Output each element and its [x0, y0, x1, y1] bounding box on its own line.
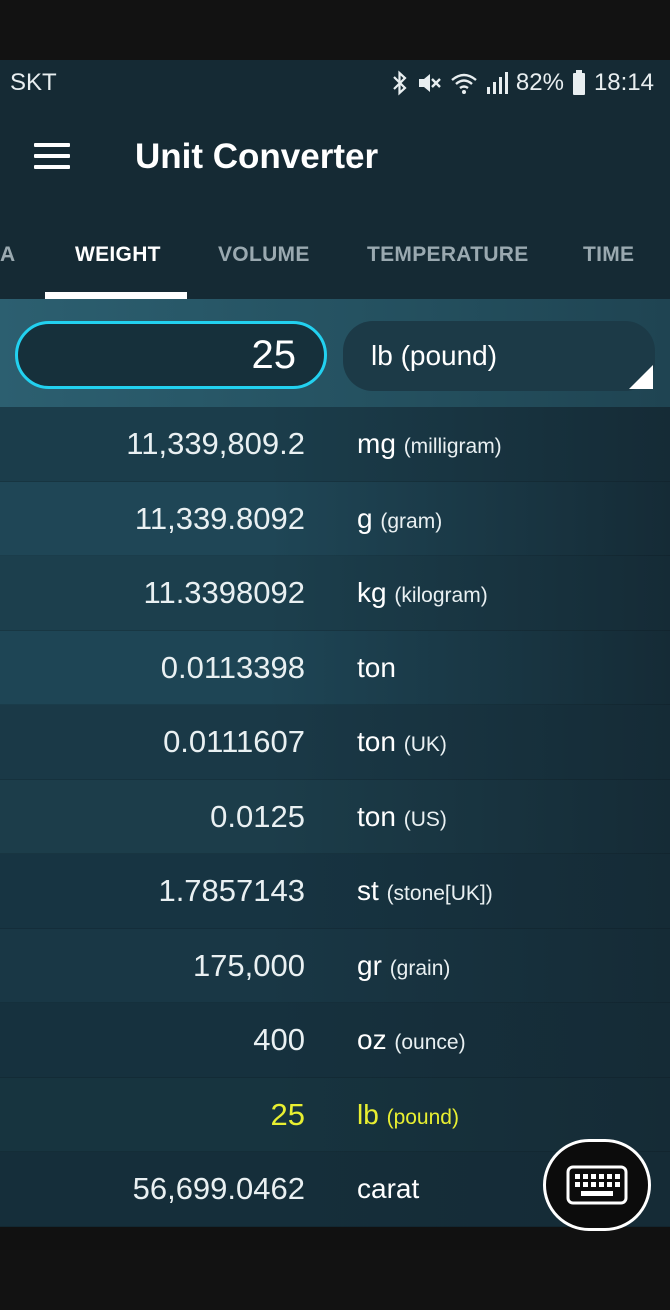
result-unit: carat	[357, 1152, 419, 1226]
wifi-icon	[451, 73, 477, 94]
result-value: 400	[253, 1022, 305, 1057]
result-unit: lb (pound)	[357, 1078, 459, 1155]
unit-select-label: lb (pound)	[371, 340, 498, 371]
result-row[interactable]: 175,000 gr (grain)	[0, 928, 670, 1006]
result-value: 1.7857143	[158, 873, 305, 908]
mute-icon	[418, 73, 441, 92]
unit-select[interactable]: lb (pound)	[343, 321, 655, 391]
result-unit-symbol: st	[357, 875, 379, 906]
result-unit-symbol: kg	[357, 577, 387, 608]
result-row[interactable]: 0.0111607 ton (UK)	[0, 705, 670, 780]
result-unit: mg (milligram)	[357, 407, 502, 484]
bluetooth-icon	[393, 70, 407, 95]
result-unit-description: (pound)	[386, 1105, 459, 1129]
dropdown-corner-icon	[629, 365, 653, 389]
result-value: 25	[270, 1096, 305, 1132]
app-title: Unit Converter	[135, 137, 379, 176]
result-unit: st (stone[UK])	[357, 854, 493, 931]
result-row[interactable]: 1.7857143 st (stone[UK])	[0, 854, 670, 929]
menu-icon[interactable]	[34, 143, 70, 173]
result-unit-symbol: ton	[357, 651, 396, 683]
category-tabs: A WEIGHT VOLUME TEMPERATURE TIME	[0, 215, 670, 299]
tab-time[interactable]: TIME	[583, 243, 634, 267]
result-row[interactable]: 0.0113398 ton	[0, 630, 670, 705]
tab-area[interactable]: A	[0, 243, 15, 267]
result-value: 0.0113398	[160, 649, 305, 685]
carrier-label: SKT	[10, 68, 57, 96]
battery-icon	[572, 69, 585, 95]
result-unit-symbol: carat	[357, 1173, 420, 1204]
result-unit-symbol: mg	[357, 428, 396, 459]
status-bar: SKT 82% 18:14	[0, 60, 670, 105]
result-unit-symbol: ton	[357, 800, 396, 832]
result-row[interactable]: 11,339.8092 g (gram)	[0, 481, 670, 559]
tab-volume[interactable]: VOLUME	[218, 243, 310, 267]
result-unit-description: (UK)	[403, 733, 447, 756]
result-unit: ton (US)	[357, 780, 447, 857]
battery-percent: 82%	[515, 68, 564, 96]
clock: 18:14	[593, 68, 654, 96]
result-unit-description: (US)	[403, 807, 447, 831]
result-row[interactable]: 11.3398092 kg (kilogram)	[0, 556, 670, 631]
result-unit: oz (ounce)	[357, 1003, 466, 1080]
result-unit-symbol: gr	[357, 949, 382, 981]
result-unit: ton	[357, 631, 396, 705]
result-value: 56,699.0462	[132, 1171, 305, 1206]
result-value: 0.0111607	[163, 724, 305, 759]
result-row[interactable]: 11,339,809.2 mg (milligram)	[0, 407, 670, 482]
screen-top-border	[0, 0, 670, 60]
result-unit-description: (gram)	[380, 509, 443, 533]
result-unit-description: (stone[UK])	[386, 882, 493, 905]
result-value: 11,339,809.2	[126, 426, 305, 461]
result-row[interactable]: 25 lb (pound)	[0, 1077, 670, 1155]
active-tab-indicator	[45, 292, 187, 299]
result-unit-description: (grain)	[389, 956, 451, 980]
status-icons: 82% 18:14	[392, 69, 654, 97]
result-row[interactable]: 400 oz (ounce)	[0, 1003, 670, 1078]
result-unit-symbol: lb	[357, 1098, 379, 1130]
result-list: 11,339,809.2 mg (milligram) 11,339.8092 g (…	[0, 407, 670, 1227]
result-unit: kg (kilogram)	[357, 556, 488, 633]
result-unit-description: (ounce)	[394, 1031, 466, 1054]
keyboard-button[interactable]	[543, 1139, 651, 1231]
result-unit-symbol: ton	[357, 726, 396, 757]
result-unit-description: (milligram)	[403, 435, 502, 458]
result-unit-description: (kilogram)	[394, 584, 488, 607]
value-input[interactable]: 25	[15, 321, 327, 389]
result-unit-symbol: g	[357, 502, 373, 534]
tab-temperature[interactable]: TEMPERATURE	[367, 243, 529, 267]
tab-weight[interactable]: WEIGHT	[75, 243, 161, 267]
input-panel: 25 lb (pound)	[0, 299, 670, 407]
result-unit: gr (grain)	[357, 929, 450, 1006]
signal-icon	[486, 71, 508, 94]
keyboard-icon	[566, 1165, 628, 1205]
result-value: 11,339.8092	[134, 500, 305, 536]
result-unit: ton (UK)	[357, 705, 447, 782]
result-row[interactable]: 0.0125 ton (US)	[0, 779, 670, 857]
result-value: 11.3398092	[143, 575, 305, 610]
result-value: 0.0125	[210, 798, 305, 834]
result-unit: g (gram)	[357, 482, 442, 559]
screen-bottom-border	[0, 1250, 670, 1310]
result-value: 175,000	[192, 947, 305, 983]
result-unit-symbol: oz	[357, 1024, 387, 1055]
app-bar: Unit Converter	[0, 105, 670, 215]
